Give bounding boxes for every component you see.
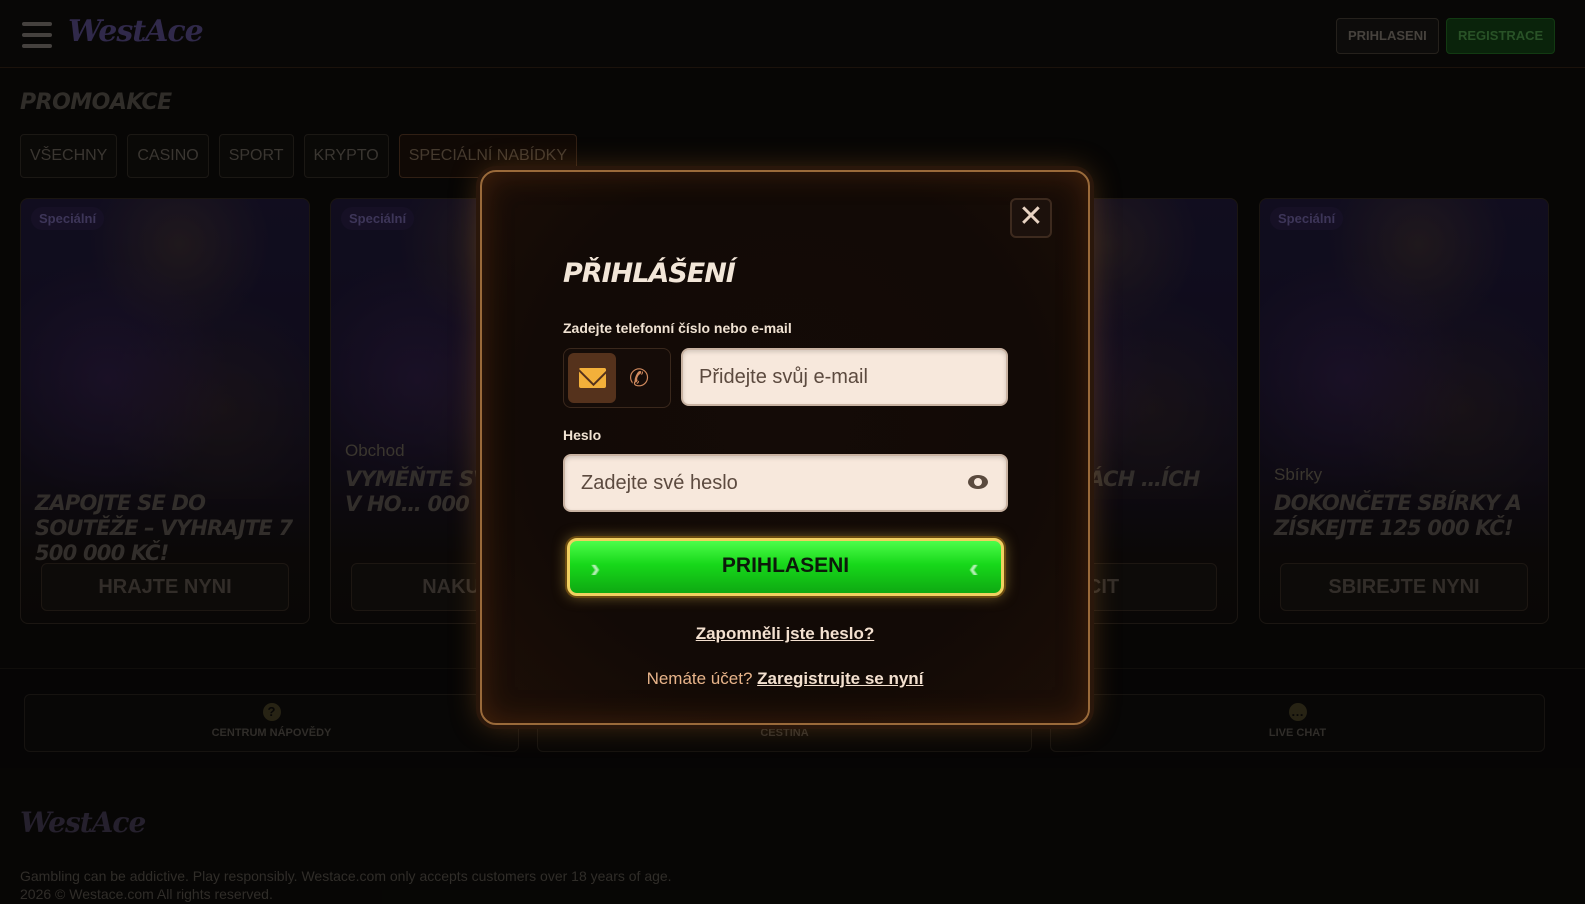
eye-icon[interactable] (968, 475, 988, 489)
email-input[interactable]: Přidejte svůj e-mail (681, 348, 1008, 406)
identity-label: Zadejte telefonní číslo nebo e-mail (563, 320, 792, 336)
password-label: Heslo (563, 427, 602, 443)
login-modal: ✕ PŘIHLÁŠENÍ Zadejte telefonní číslo neb… (480, 170, 1090, 725)
phone-method-button[interactable]: ✆ (618, 353, 666, 403)
login-submit-button[interactable]: ›››› PRIHLASENI ‹‹‹‹ (567, 538, 1004, 596)
forgot-password-link[interactable]: Zapomněli jste heslo? (482, 624, 1088, 644)
password-input[interactable]: Zadejte své heslo (563, 454, 1008, 512)
page: WestAce PRIHLASENI REGISTRACE PROMOAKCE … (0, 0, 1585, 904)
close-icon: ✕ (1018, 199, 1044, 234)
login-method-toggle: ✆ (563, 348, 671, 408)
phone-icon: ✆ (629, 364, 650, 392)
register-now-link[interactable]: Zaregistrujte se nyní (757, 669, 923, 688)
register-prompt: Nemáte účet? Zaregistrujte se nyní (646, 669, 924, 688)
email-method-button[interactable] (568, 353, 616, 403)
chevron-left-icon: ‹‹‹‹ (968, 553, 978, 583)
envelope-icon (579, 368, 606, 388)
chevron-right-icon: ›››› (590, 553, 600, 583)
modal-title: PŘIHLÁŠENÍ (563, 258, 736, 289)
close-button[interactable]: ✕ (1010, 198, 1052, 238)
